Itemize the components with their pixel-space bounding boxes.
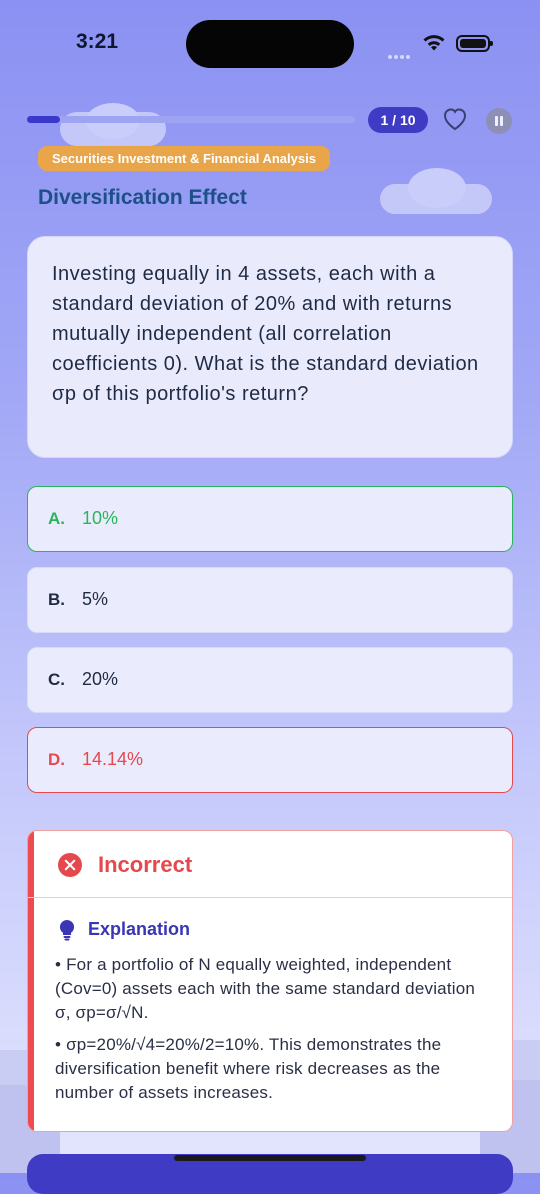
status-time: 3:21: [76, 30, 119, 53]
option-a[interactable]: A. 10%: [27, 486, 513, 552]
option-b[interactable]: B. 5%: [27, 567, 513, 633]
option-d[interactable]: D. 14.14%: [27, 727, 513, 793]
explanation-title: Explanation: [88, 919, 191, 939]
dynamic-island: [186, 20, 354, 68]
home-indicator: [174, 1155, 366, 1161]
explanation-point: • σp=20%/√4=20%/2=10%. This demonstrates…: [55, 1035, 442, 1102]
pause-button[interactable]: [486, 108, 512, 134]
wifi-icon: [423, 35, 445, 51]
x-circle-icon: [58, 853, 82, 877]
option-letter: A.: [48, 509, 65, 528]
cellular-signal-icon: [388, 46, 412, 64]
option-letter: D.: [48, 750, 65, 769]
result-label: Incorrect: [98, 852, 193, 877]
cloud-decoration: [408, 168, 466, 208]
category-badge: Securities Investment & Financial Analys…: [38, 146, 330, 171]
feedback-panel: Incorrect Explanation • For a portfolio …: [27, 830, 513, 1132]
question-card: Investing equally in 4 assets, each with…: [27, 236, 513, 458]
progress-bar: [27, 116, 355, 123]
option-letter: B.: [48, 590, 65, 609]
progress-fill: [27, 116, 60, 123]
lightbulb-icon: [59, 919, 75, 941]
battery-icon: [456, 35, 493, 52]
question-counter: 1 / 10: [368, 107, 428, 133]
option-value: 14.14%: [82, 749, 144, 769]
topic-title: Diversification Effect: [38, 186, 247, 209]
option-value: 20%: [82, 669, 119, 689]
option-letter: C.: [48, 670, 65, 689]
explanation-point: • For a portfolio of N equally weighted,…: [55, 955, 476, 1022]
option-c[interactable]: C. 20%: [27, 647, 513, 713]
option-value: 5%: [82, 589, 109, 609]
heart-outline-icon[interactable]: [442, 107, 468, 131]
question-text: Investing equally in 4 assets, each with…: [52, 263, 479, 405]
option-value: 10%: [82, 508, 119, 528]
feedback-header: Incorrect: [28, 831, 512, 898]
pause-icon: [495, 116, 498, 126]
